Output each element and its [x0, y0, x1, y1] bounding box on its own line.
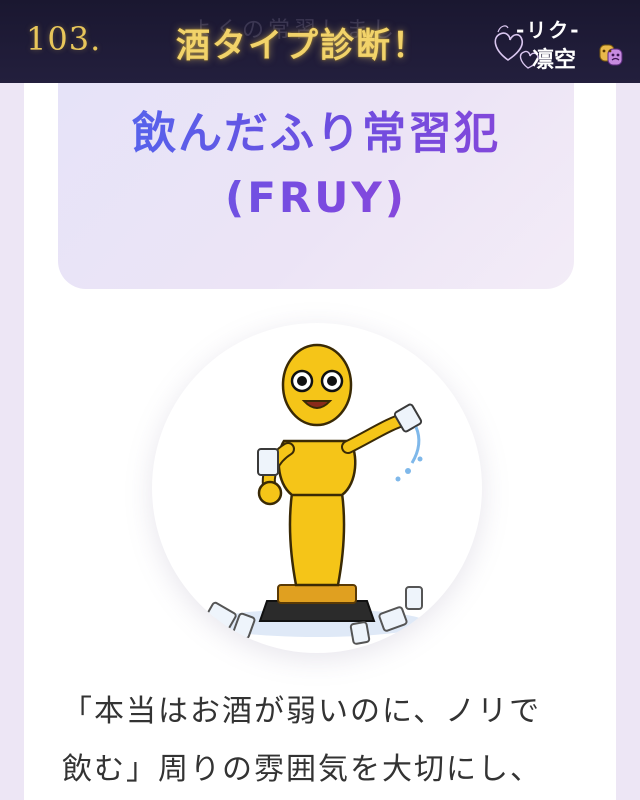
type-description: 「本当はお酒が弱いのに、ノリで 飲む」周りの雰囲気を大切にし、 — [62, 683, 582, 799]
type-name-panel: 飲んだふり常習犯 (FRUY) — [58, 83, 574, 289]
type-code: (FRUY) — [58, 173, 574, 222]
character-illustration-frame — [152, 323, 482, 653]
description-line: 飲む」周りの雰囲気を大切にし、 — [62, 752, 542, 787]
brand-name: 凛空 — [532, 48, 577, 73]
episode-number: 103. — [26, 20, 102, 58]
top-banner: よくの常習しまし 103. 酒タイプ診断！ -リク- 凛空 — [0, 0, 640, 83]
result-card: 飲んだふり常習犯 (FRUY) 「本当はお酒が弱いのに、ノリで 飲む」周りの雰囲… — [24, 83, 616, 800]
brand-tagline: -リク- — [516, 18, 581, 42]
type-name: 飲んだふり常習犯 — [58, 97, 574, 161]
brand-badge: -リク- 凛空 — [488, 12, 634, 76]
banner-title: 酒タイプ診断！ — [176, 26, 428, 66]
theater-mask-icon — [599, 44, 623, 66]
description-line: 「本当はお酒が弱いのに、ノリで — [62, 694, 542, 729]
character-illustration — [205, 343, 427, 645]
